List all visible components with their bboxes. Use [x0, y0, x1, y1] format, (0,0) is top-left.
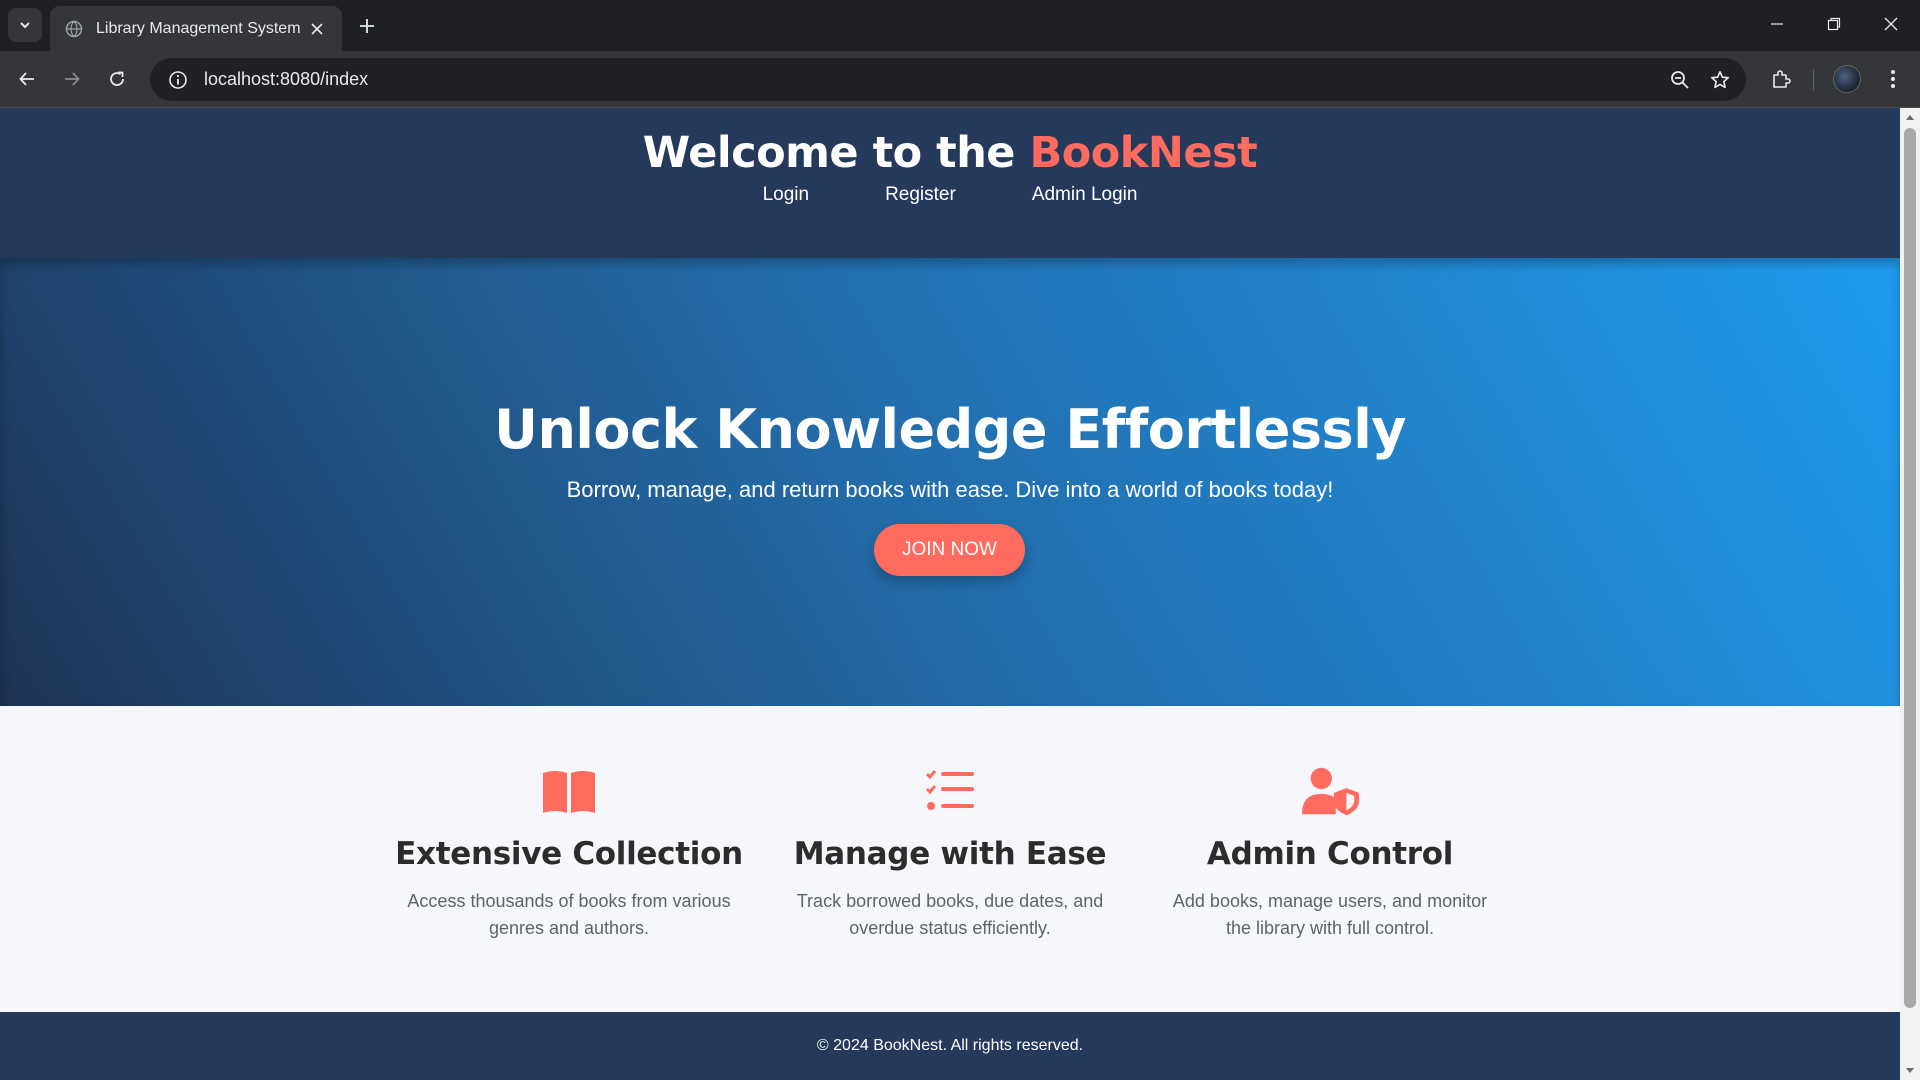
puzzle-icon	[1773, 70, 1791, 88]
site-nav: Login Register Admin Login	[0, 184, 1900, 206]
site-footer: © 2024 BookNest. All rights reserved.	[0, 1012, 1900, 1080]
nav-login-link[interactable]: Login	[763, 184, 810, 206]
url-text[interactable]: localhost:8080/index	[204, 69, 1660, 90]
browser-tab-strip: Library Management System	[0, 0, 1920, 51]
feature-title: Extensive Collection	[395, 836, 743, 872]
restore-button[interactable]	[1805, 0, 1863, 48]
address-bar[interactable]: localhost:8080/index	[150, 58, 1746, 101]
copyright-text: © 2024 BookNest. All rights reserved.	[816, 1037, 1084, 1054]
join-now-button[interactable]: JOIN NOW	[874, 524, 1025, 576]
hero-subtext: Borrow, manage, and return books with ea…	[566, 477, 1334, 502]
site-title-prefix: Welcome to the	[642, 128, 1030, 178]
feature-card: Admin Control Add books, manage users, a…	[1140, 766, 1520, 942]
browser-menu-button[interactable]	[1875, 61, 1911, 97]
feature-card: Manage with Ease Track borrowed books, d…	[760, 766, 1140, 942]
arrow-right-icon	[65, 72, 80, 86]
back-button[interactable]	[9, 61, 45, 97]
feature-title: Admin Control	[1206, 836, 1454, 872]
bookmark-star-icon[interactable]	[1700, 60, 1740, 100]
extensions-button[interactable]	[1763, 61, 1799, 97]
close-window-button[interactable]	[1862, 0, 1920, 48]
user-shield-icon	[1300, 766, 1360, 816]
book-open-icon	[539, 766, 599, 816]
tab-title: Library Management System	[96, 19, 301, 37]
more-vertical-icon	[1891, 70, 1895, 88]
task-list-icon	[920, 766, 980, 816]
arrow-left-icon	[19, 72, 34, 86]
scroll-up-arrow-icon[interactable]	[1900, 108, 1920, 126]
site-header: Welcome to the BookNest Login Register A…	[0, 108, 1900, 258]
profile-avatar[interactable]	[1833, 65, 1861, 93]
browser-toolbar: localhost:8080/index	[0, 51, 1920, 108]
feature-card: Extensive Collection Access thousands of…	[379, 766, 759, 942]
feature-title: Manage with Ease	[793, 836, 1107, 872]
minimize-button[interactable]	[1748, 0, 1806, 48]
feature-text: Access thousands of books from various g…	[407, 891, 731, 938]
feature-text: Add books, manage users, and monitor the…	[1172, 891, 1488, 938]
brand-name: BookNest	[1029, 128, 1258, 178]
scroll-down-arrow-icon[interactable]	[1900, 1062, 1920, 1080]
toolbar-divider	[1813, 69, 1814, 91]
reload-icon	[110, 71, 124, 86]
plus-icon	[360, 19, 374, 33]
nav-admin-login-link[interactable]: Admin Login	[1032, 184, 1138, 206]
new-tab-button[interactable]	[352, 11, 382, 41]
site-info-icon[interactable]	[156, 58, 200, 101]
minimize-icon	[1771, 23, 1783, 25]
chevron-down-icon	[20, 22, 30, 29]
site-title: Welcome to the BookNest	[0, 128, 1900, 178]
active-tab[interactable]: Library Management System	[50, 6, 342, 51]
nav-register-link[interactable]: Register	[885, 184, 956, 206]
reload-button[interactable]	[99, 61, 135, 97]
zoom-icon[interactable]	[1660, 60, 1700, 100]
close-tab-icon[interactable]	[306, 18, 328, 40]
feature-text: Track borrowed books, due dates, and ove…	[796, 891, 1104, 938]
hero-heading: Unlock Knowledge Effortlessly	[494, 398, 1406, 461]
forward-button[interactable]	[54, 61, 90, 97]
scrollbar-thumb[interactable]	[1904, 128, 1916, 1008]
restore-icon	[1827, 17, 1841, 31]
globe-icon	[64, 19, 84, 39]
tab-search-button[interactable]	[8, 8, 42, 42]
page-scrollbar[interactable]	[1900, 108, 1920, 1080]
close-icon	[1884, 17, 1898, 31]
hero-section: Unlock Knowledge Effortlessly Borrow, ma…	[0, 258, 1900, 706]
page-viewport: Welcome to the BookNest Login Register A…	[0, 108, 1900, 1080]
features-section: Extensive Collection Access thousands of…	[0, 706, 1900, 1026]
